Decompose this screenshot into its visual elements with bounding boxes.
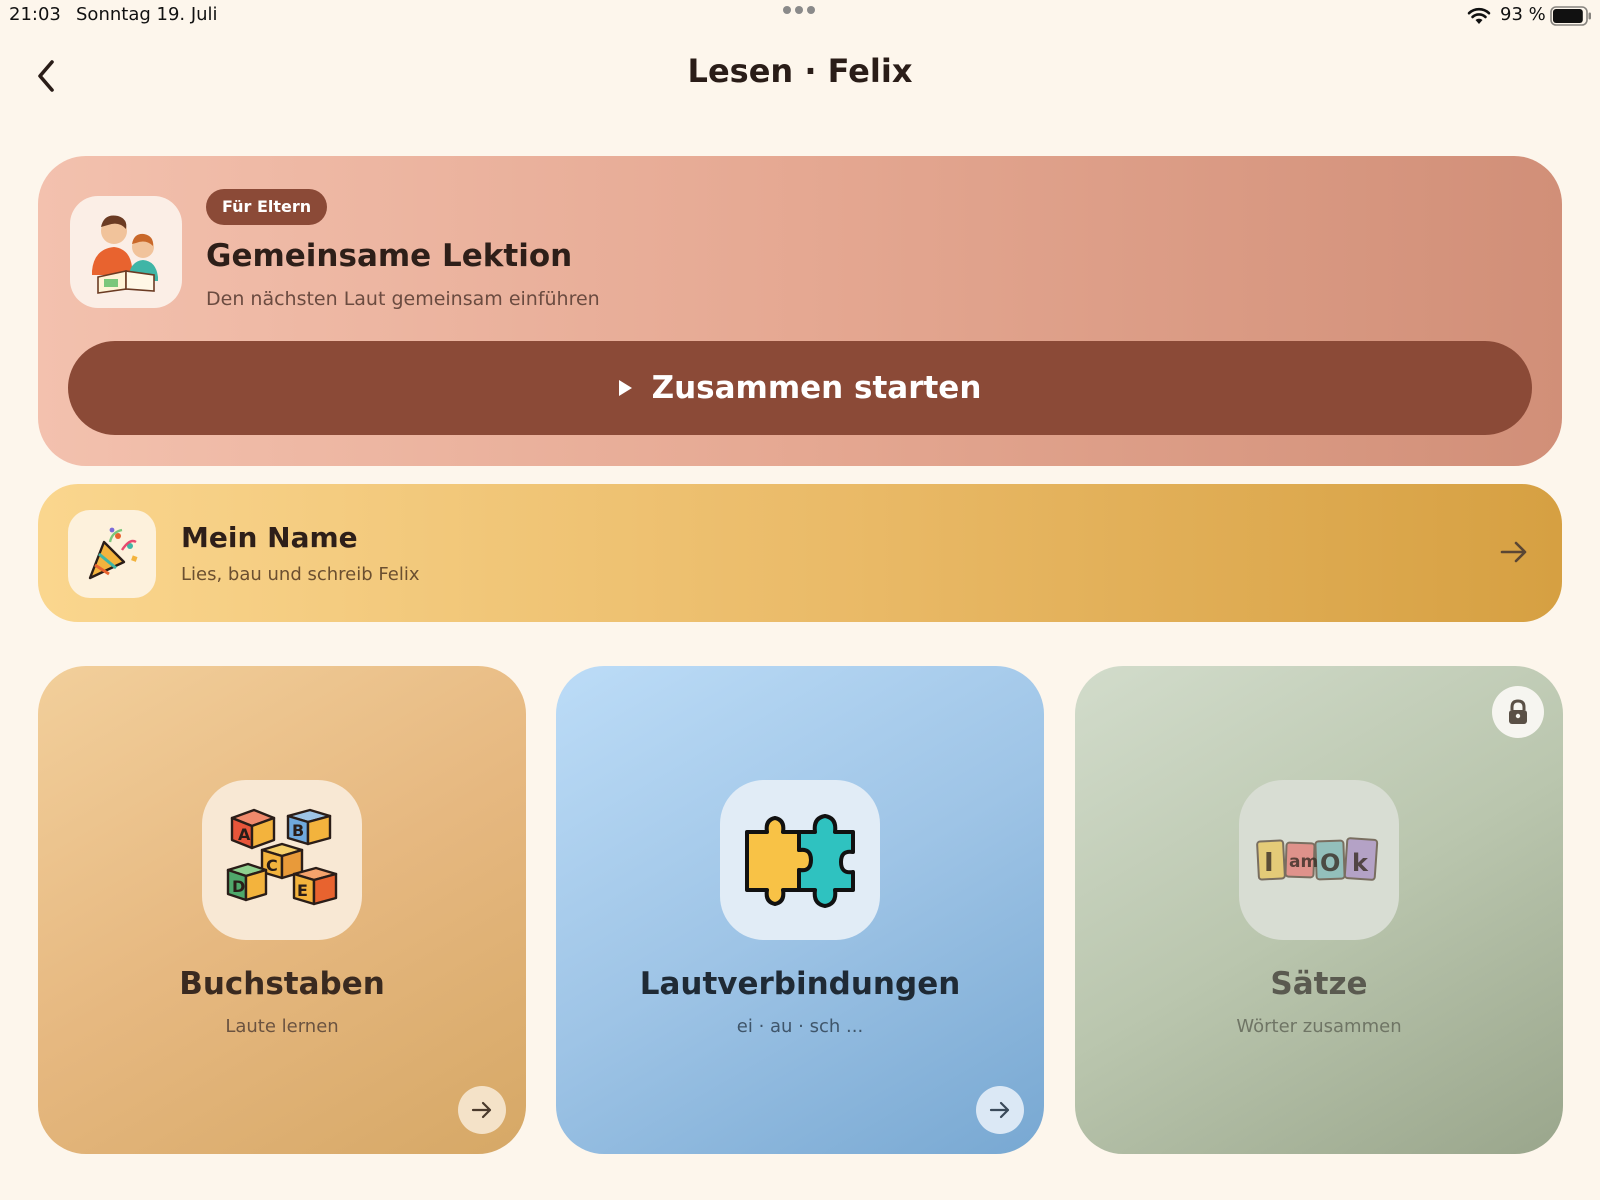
multitasking-dots-icon[interactable] bbox=[783, 6, 815, 14]
svg-text:I: I bbox=[1264, 848, 1274, 878]
svg-text:D: D bbox=[232, 877, 245, 896]
parents-badge: Für Eltern bbox=[206, 189, 328, 225]
my-name-card[interactable]: Mein Name Lies, bau und schreib Felix bbox=[38, 484, 1562, 622]
svg-text:O: O bbox=[1320, 849, 1340, 877]
letters-tile[interactable]: A B C D E Buchstaben Laute lernen bbox=[38, 666, 526, 1154]
arrow-right-icon bbox=[471, 1101, 492, 1119]
svg-text:B: B bbox=[292, 821, 304, 840]
svg-text:E: E bbox=[297, 881, 308, 900]
sentences-subtitle: Wörter zusammen bbox=[1236, 1016, 1402, 1037]
start-together-label: Zusammen starten bbox=[651, 370, 982, 406]
page-title: Lesen · Felix bbox=[687, 52, 913, 90]
sound-combinations-subtitle: ei · au · sch ... bbox=[736, 1016, 864, 1037]
sentences-tile[interactable]: I am O k Sätze Wörter zusammen bbox=[1075, 666, 1563, 1154]
lock-icon bbox=[1492, 686, 1544, 738]
puzzle-icon bbox=[720, 780, 880, 940]
svg-text:am: am bbox=[1289, 852, 1318, 872]
abc-blocks-icon: A B C D E bbox=[202, 780, 362, 940]
sound-combinations-title: Lautverbindungen bbox=[639, 966, 961, 1002]
sound-combinations-tile[interactable]: Lautverbindungen ei · au · sch ... bbox=[556, 666, 1044, 1154]
svg-text:A: A bbox=[238, 825, 251, 844]
sentences-title: Sätze bbox=[1270, 966, 1368, 1002]
status-time: 21:03 bbox=[9, 4, 61, 25]
svg-text:C: C bbox=[266, 856, 278, 875]
word-blocks-icon: I am O k bbox=[1239, 780, 1399, 940]
party-popper-icon bbox=[68, 510, 156, 598]
letters-arrow-button[interactable] bbox=[458, 1086, 506, 1134]
wifi-icon bbox=[1467, 7, 1491, 24]
name-card-title: Mein Name bbox=[181, 521, 358, 554]
letters-title: Buchstaben bbox=[179, 966, 385, 1002]
letters-subtitle: Laute lernen bbox=[225, 1016, 339, 1037]
play-icon bbox=[618, 380, 632, 396]
shared-lesson-card: Für Eltern Gemeinsame Lektion Den nächst… bbox=[38, 156, 1562, 466]
svg-text:k: k bbox=[1352, 849, 1369, 877]
sound-combinations-arrow-button[interactable] bbox=[976, 1086, 1024, 1134]
name-card-subtitle: Lies, bau und schreib Felix bbox=[181, 564, 420, 585]
battery-percent: 93 % bbox=[1500, 4, 1546, 25]
start-together-button[interactable]: Zusammen starten bbox=[68, 341, 1532, 435]
battery-icon bbox=[1550, 6, 1591, 26]
hero-subtitle: Den nächsten Laut gemeinsam einführen bbox=[206, 288, 600, 310]
status-date: Sonntag 19. Juli bbox=[76, 4, 218, 25]
status-bar: 21:03 Sonntag 19. Juli 93 % bbox=[0, 0, 1600, 32]
parent-child-reading-icon bbox=[70, 196, 182, 308]
arrow-right-icon bbox=[1500, 541, 1527, 563]
hero-title: Gemeinsame Lektion bbox=[206, 238, 573, 274]
arrow-right-icon bbox=[989, 1101, 1010, 1119]
